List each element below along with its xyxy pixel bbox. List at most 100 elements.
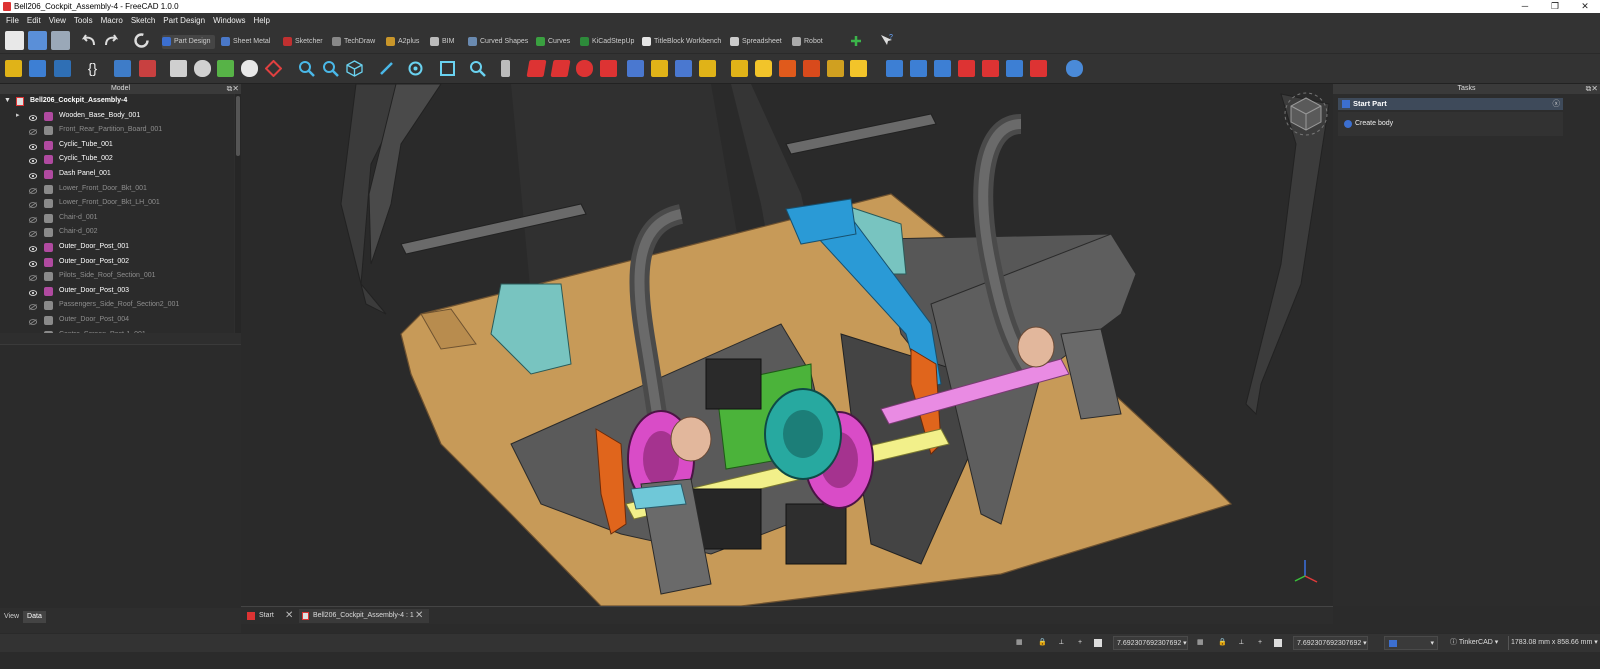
subtractive-loft-icon[interactable] (699, 60, 716, 77)
navigation-cube[interactable] (1281, 90, 1331, 140)
create-part-icon[interactable] (29, 60, 46, 77)
tree-item[interactable]: Front_Rear_Partition_Board_001 (0, 123, 234, 138)
zoom-selection-icon[interactable] (322, 60, 339, 77)
tab-start[interactable]: Start ✕ (245, 609, 297, 623)
hole-icon[interactable] (651, 60, 668, 77)
add-point-icon[interactable]: + (1078, 636, 1082, 650)
square-icon[interactable] (1094, 639, 1102, 647)
menu-edit[interactable]: Edit (23, 16, 45, 25)
workbench-techdraw[interactable]: TechDraw (332, 35, 375, 49)
mirrored-icon[interactable] (886, 60, 903, 77)
datum-line-icon[interactable] (217, 60, 234, 77)
menu-sketch[interactable]: Sketch (127, 16, 159, 25)
pocket-icon[interactable] (627, 60, 644, 77)
sketch-icon[interactable] (114, 60, 131, 77)
snap-lock-icon[interactable]: 🔒 (1218, 636, 1227, 650)
eye-hidden-icon[interactable] (28, 127, 38, 136)
menu-windows[interactable]: Windows (209, 16, 249, 25)
menu-tools[interactable]: Tools (70, 16, 97, 25)
tree-item[interactable]: Lower_Front_Door_Bkt_LH_001 (0, 196, 234, 211)
workbench-bim[interactable]: BIM (430, 35, 454, 49)
cockpit-model-render[interactable] (241, 84, 1333, 606)
tree-item[interactable]: Chair-d_002 (0, 225, 234, 240)
workbench-sketcher[interactable]: Sketcher (283, 35, 323, 49)
link-icon[interactable] (54, 60, 71, 77)
save-document-icon[interactable] (51, 31, 70, 50)
tree-item[interactable]: Outer_Door_Post_004 (0, 313, 234, 328)
grid-toggle-icon[interactable]: ▦ (1197, 636, 1204, 650)
validate-sketch-icon[interactable] (170, 60, 187, 77)
snap-lock-icon[interactable]: 🔒 (1038, 636, 1047, 650)
tree-item[interactable]: Lower_Front_Door_Bkt_001 (0, 182, 234, 197)
tree-item[interactable]: Outer_Door_Post_002 (0, 255, 234, 270)
tab-document[interactable]: Bell206_Cockpit_Assembly-4 : 1 ✕ (299, 609, 429, 623)
whats-this-icon[interactable]: ? (878, 32, 895, 49)
eye-icon[interactable] (28, 156, 38, 165)
add-workbench-icon[interactable] (849, 34, 863, 48)
collapse-section-icon[interactable]: ⓧ (1553, 98, 1561, 110)
workbench-kicadstepup[interactable]: KiCadStepUp (580, 35, 634, 49)
tasks-float-close-icon[interactable]: ⧉✕ (1586, 84, 1598, 94)
tree-item[interactable]: Centre_Screen_Post-1_001 (0, 328, 234, 334)
additive-prism-icon[interactable] (850, 60, 867, 77)
group-braces-icon[interactable]: {} (84, 60, 101, 77)
tree-item[interactable]: Pilots_Side_Roof_Section_001 (0, 269, 234, 284)
tree-item[interactable]: Cyclic_Tube_002 (0, 152, 234, 167)
eye-icon[interactable] (28, 244, 38, 252)
workbench-curved-shapes[interactable]: Curved Shapes (468, 35, 528, 49)
revolution-icon[interactable] (550, 60, 571, 77)
tree-item[interactable]: Chair-d_001 (0, 211, 234, 226)
create-body-icon[interactable] (5, 60, 22, 77)
tree-item[interactable]: Cyclic_Tube_001 (0, 138, 234, 153)
eye-hidden-icon[interactable] (28, 273, 38, 281)
tree-item[interactable]: Passengers_Side_Roof_Section2_001 (0, 298, 234, 313)
open-document-icon[interactable] (28, 31, 47, 50)
additive-torus-icon[interactable] (827, 60, 844, 77)
menu-help[interactable]: Help (250, 16, 274, 25)
snap-icon[interactable]: ⟂ (1239, 636, 1244, 650)
workbench-a2plus[interactable]: A2plus (386, 35, 419, 49)
additive-pipe-icon[interactable] (600, 60, 617, 77)
eye-icon[interactable] (28, 288, 38, 296)
pad-icon[interactable] (526, 60, 547, 77)
close-tab-icon[interactable]: ✕ (285, 609, 293, 623)
new-document-icon[interactable] (5, 31, 24, 50)
draw-style-dropdown[interactable]: ▾ (1384, 636, 1438, 650)
eye-icon[interactable] (28, 171, 38, 179)
chamfer-icon[interactable] (982, 60, 999, 77)
menu-part-design[interactable]: Part Design (159, 16, 209, 25)
eye-hidden-icon[interactable] (29, 332, 37, 334)
measure-icon[interactable] (378, 60, 395, 77)
menu-view[interactable]: View (45, 16, 70, 25)
tree-item[interactable]: Dash Panel_001 (0, 167, 234, 182)
additive-loft-icon[interactable] (576, 60, 593, 77)
tab-data[interactable]: Data (23, 611, 46, 623)
minimize-button[interactable]: ─ (1510, 0, 1540, 13)
additive-cone-icon[interactable] (803, 60, 820, 77)
square-icon[interactable] (1274, 639, 1282, 647)
workbench-part-design[interactable]: Part Design (162, 35, 215, 49)
3d-viewport[interactable] (241, 84, 1333, 606)
tree-item[interactable]: ▸ Wooden_Base_Body_001 (0, 109, 234, 124)
navigation-style-dropdown[interactable]: ⓘ TinkerCAD ▾ (1448, 636, 1506, 650)
draft-icon[interactable] (1006, 60, 1023, 77)
isometric-view-icon[interactable] (346, 60, 363, 77)
start-part-section[interactable]: Start Part ⓧ (1338, 98, 1563, 110)
expand-arrow-icon[interactable]: ▸ (16, 109, 20, 124)
eye-hidden-icon[interactable] (28, 200, 38, 209)
datum-plane-icon[interactable] (241, 60, 258, 77)
datum-point-icon[interactable] (194, 60, 211, 77)
eye-icon[interactable] (28, 113, 38, 121)
panel-float-close-icon[interactable]: ⧉✕ (227, 84, 239, 94)
grid-size-field-1[interactable]: 7.692307692307692 ▾ (1113, 636, 1188, 650)
eye-hidden-icon[interactable] (28, 215, 38, 223)
close-button[interactable]: ✕ (1570, 0, 1600, 13)
bounding-box-icon[interactable] (439, 60, 456, 77)
redo-icon[interactable] (103, 33, 120, 48)
zoom-box-icon[interactable] (469, 60, 486, 77)
workbench-robot[interactable]: Robot (792, 35, 823, 49)
workbench-spreadsheet[interactable]: Spreadsheet (730, 35, 782, 49)
workbench-curves[interactable]: Curves (536, 35, 570, 49)
tree-item[interactable]: Outer_Door_Post_003 (0, 284, 234, 299)
additive-cylinder-icon[interactable] (755, 60, 772, 77)
